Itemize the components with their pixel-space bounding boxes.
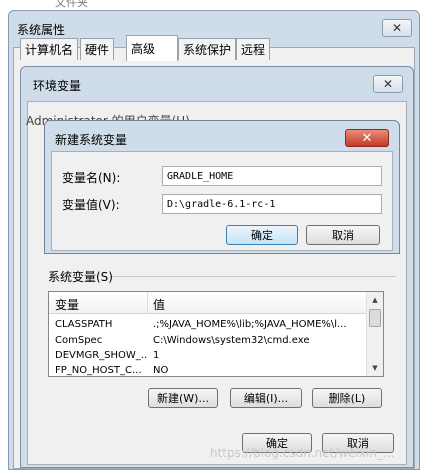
tab-remote[interactable]: 远程	[236, 38, 271, 60]
variable-value-label: 变量值(V):	[62, 198, 120, 212]
environment-variables-title: 环境变量	[33, 79, 82, 93]
variable-value: .;%JAVA_HOME%\lib;%JAVA_HOME%\l...	[153, 319, 347, 330]
system-properties-close-button[interactable]: ✕	[382, 19, 412, 37]
variable-value: 1	[153, 350, 160, 361]
scroll-up-arrow-icon[interactable]: ▲	[367, 293, 383, 307]
tab-advanced[interactable]: 高级	[126, 35, 178, 61]
variable-name: ComSpec	[55, 335, 103, 346]
tab-hardware[interactable]: 硬件	[80, 38, 115, 60]
table-row[interactable]: FP_NO_HOST_C... NO	[49, 365, 367, 376]
close-icon: ✕	[361, 130, 373, 146]
vertical-scrollbar[interactable]: ▲ ▼	[366, 292, 383, 376]
system-properties-title: 系统属性	[17, 23, 66, 37]
variable-name-label: 变量名(N):	[62, 171, 121, 185]
variable-value: NO	[153, 365, 169, 376]
variable-name: CLASSPATH	[55, 319, 113, 330]
variable-name: DEVMGR_SHOW_...	[55, 350, 147, 361]
table-row[interactable]: DEVMGR_SHOW_... 1	[49, 350, 367, 364]
new-system-variable-title: 新建系统变量	[55, 133, 128, 147]
variable-name: FP_NO_HOST_C...	[55, 365, 142, 376]
edit-variable-button[interactable]: 编辑(I)...	[230, 388, 302, 408]
scroll-down-arrow-icon[interactable]: ▼	[367, 361, 383, 375]
variable-name-input[interactable]	[162, 166, 382, 186]
new-variable-ok-button[interactable]: 确定	[226, 225, 298, 245]
new-variable-cancel-button[interactable]: 取消	[306, 225, 380, 245]
close-icon: ✕	[391, 21, 403, 35]
delete-variable-button[interactable]: 删除(L)	[312, 388, 382, 408]
system-variables-list[interactable]: 变量 值 CLASSPATH .;%JAVA_HOME%\lib;%JAVA_H…	[48, 291, 384, 377]
variable-value-input[interactable]	[162, 194, 382, 214]
background-folder-text: 文件夹	[55, 0, 88, 9]
new-variable-button[interactable]: 新建(W)...	[148, 388, 218, 408]
new-variable-close-button[interactable]: ✕	[345, 129, 389, 147]
close-icon: ✕	[382, 77, 394, 91]
system-variables-divider	[112, 276, 396, 277]
system-variables-label: 系统变量(S)	[48, 270, 113, 284]
watermark-text: https://blog.csdn.net/weixin_...	[210, 446, 395, 460]
table-row[interactable]: CLASSPATH .;%JAVA_HOME%\lib;%JAVA_HOME%\…	[49, 319, 367, 333]
table-row[interactable]: ComSpec C:\Windows\system32\cmd.exe	[49, 335, 367, 349]
scrollbar-thumb[interactable]	[369, 309, 381, 327]
column-header-value[interactable]: 值	[153, 296, 165, 313]
environment-variables-close-button[interactable]: ✕	[373, 75, 403, 93]
tab-system-protection[interactable]: 系统保护	[178, 38, 237, 60]
tab-computer-name[interactable]: 计算机名	[20, 38, 79, 60]
column-header-variable[interactable]: 变量	[55, 296, 79, 313]
variable-value: C:\Windows\system32\cmd.exe	[153, 335, 310, 346]
column-separator[interactable]	[147, 292, 148, 314]
system-variables-header: 变量 值	[49, 292, 367, 314]
